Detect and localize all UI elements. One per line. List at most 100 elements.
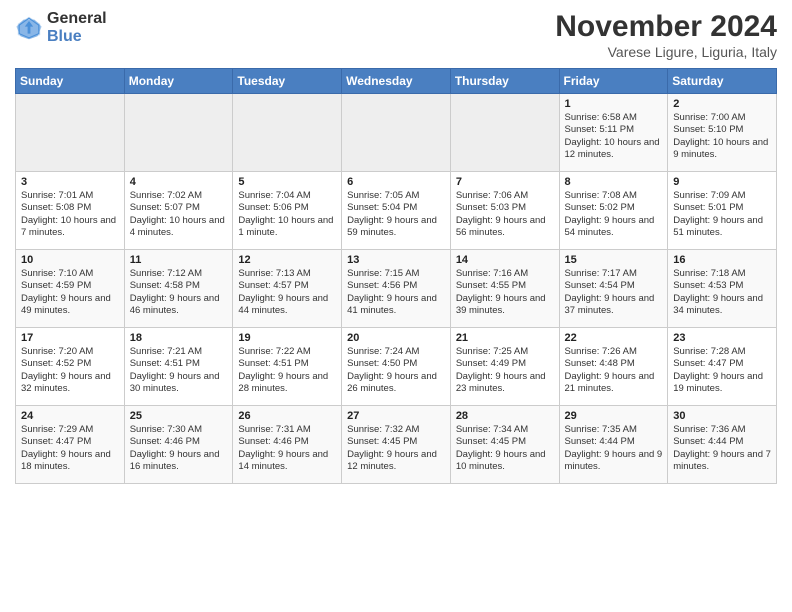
calendar-cell: 21Sunrise: 7:25 AMSunset: 4:49 PMDayligh… <box>450 328 559 406</box>
day-info: Sunset: 4:53 PM <box>673 280 771 292</box>
day-header-tuesday: Tuesday <box>233 69 342 94</box>
calendar-cell <box>233 94 342 172</box>
day-number: 26 <box>238 410 336 422</box>
page-container: General Blue November 2024 Varese Ligure… <box>0 0 792 494</box>
day-number: 19 <box>238 332 336 344</box>
day-info: Sunrise: 7:34 AM <box>456 424 554 436</box>
day-number: 29 <box>565 410 663 422</box>
day-number: 23 <box>673 332 771 344</box>
day-info: Sunrise: 7:02 AM <box>130 190 228 202</box>
day-info: Sunrise: 7:12 AM <box>130 268 228 280</box>
calendar-week-row: 17Sunrise: 7:20 AMSunset: 4:52 PMDayligh… <box>16 328 777 406</box>
logo-icon <box>15 14 43 42</box>
calendar-cell: 10Sunrise: 7:10 AMSunset: 4:59 PMDayligh… <box>16 250 125 328</box>
calendar-cell: 9Sunrise: 7:09 AMSunset: 5:01 PMDaylight… <box>668 172 777 250</box>
day-number: 11 <box>130 254 228 266</box>
day-info: Sunset: 5:02 PM <box>565 202 663 214</box>
day-info: Sunrise: 7:24 AM <box>347 346 445 358</box>
day-info: Sunset: 4:59 PM <box>21 280 119 292</box>
calendar-cell: 13Sunrise: 7:15 AMSunset: 4:56 PMDayligh… <box>342 250 451 328</box>
day-header-thursday: Thursday <box>450 69 559 94</box>
day-info: Sunset: 4:50 PM <box>347 358 445 370</box>
day-info: Sunset: 4:47 PM <box>21 436 119 448</box>
calendar-cell: 22Sunrise: 7:26 AMSunset: 4:48 PMDayligh… <box>559 328 668 406</box>
day-number: 7 <box>456 176 554 188</box>
calendar-cell: 30Sunrise: 7:36 AMSunset: 4:44 PMDayligh… <box>668 406 777 484</box>
calendar-cell: 24Sunrise: 7:29 AMSunset: 4:47 PMDayligh… <box>16 406 125 484</box>
day-info: Daylight: 9 hours and 34 minutes. <box>673 293 771 318</box>
calendar-cell: 8Sunrise: 7:08 AMSunset: 5:02 PMDaylight… <box>559 172 668 250</box>
day-info: Sunrise: 7:04 AM <box>238 190 336 202</box>
day-info: Daylight: 9 hours and 16 minutes. <box>130 449 228 474</box>
day-number: 22 <box>565 332 663 344</box>
day-info: Sunset: 4:51 PM <box>238 358 336 370</box>
calendar-cell: 1Sunrise: 6:58 AMSunset: 5:11 PMDaylight… <box>559 94 668 172</box>
calendar-cell: 4Sunrise: 7:02 AMSunset: 5:07 PMDaylight… <box>124 172 233 250</box>
day-number: 27 <box>347 410 445 422</box>
day-info: Daylight: 9 hours and 10 minutes. <box>456 449 554 474</box>
day-info: Sunset: 5:06 PM <box>238 202 336 214</box>
day-info: Sunrise: 7:31 AM <box>238 424 336 436</box>
calendar-cell: 11 Sunrise: 7:12 AMSunset: 4:58 PMDayligh… <box>124 250 233 328</box>
calendar-header-row: SundayMondayTuesdayWednesdayThursdayFrid… <box>16 69 777 94</box>
day-number: 13 <box>347 254 445 266</box>
title-block: November 2024 Varese Ligure, Liguria, It… <box>555 10 777 60</box>
day-number: 20 <box>347 332 445 344</box>
calendar-table: SundayMondayTuesdayWednesdayThursdayFrid… <box>15 68 777 484</box>
day-info: Sunset: 4:58 PM <box>130 280 228 292</box>
day-info: Sunset: 5:10 PM <box>673 124 771 136</box>
day-info: Sunrise: 7:36 AM <box>673 424 771 436</box>
day-header-saturday: Saturday <box>668 69 777 94</box>
day-info: Sunrise: 7:16 AM <box>456 268 554 280</box>
day-info: Daylight: 9 hours and 49 minutes. <box>21 293 119 318</box>
month-title: November 2024 <box>555 10 777 44</box>
calendar-cell: 2Sunrise: 7:00 AMSunset: 5:10 PMDaylight… <box>668 94 777 172</box>
day-info: Sunrise: 7:35 AM <box>565 424 663 436</box>
day-header-monday: Monday <box>124 69 233 94</box>
day-info: Sunrise: 7:17 AM <box>565 268 663 280</box>
calendar-cell: 29Sunrise: 7:35 AMSunset: 4:44 PMDayligh… <box>559 406 668 484</box>
calendar-cell: 15Sunrise: 7:17 AMSunset: 4:54 PMDayligh… <box>559 250 668 328</box>
day-info: Sunset: 4:51 PM <box>130 358 228 370</box>
calendar-cell: 6Sunrise: 7:05 AMSunset: 5:04 PMDaylight… <box>342 172 451 250</box>
day-number: 4 <box>130 176 228 188</box>
day-number: 24 <box>21 410 119 422</box>
day-info: Sunrise: 7:10 AM <box>21 268 119 280</box>
day-info: Sunrise: 7:01 AM <box>21 190 119 202</box>
day-header-sunday: Sunday <box>16 69 125 94</box>
calendar-cell: 12Sunrise: 7:13 AMSunset: 4:57 PMDayligh… <box>233 250 342 328</box>
day-info: Sunrise: 7:13 AM <box>238 268 336 280</box>
day-number: 25 <box>130 410 228 422</box>
day-info: Daylight: 9 hours and 46 minutes. <box>130 293 228 318</box>
day-info: Daylight: 9 hours and 28 minutes. <box>238 371 336 396</box>
day-info: Sunrise: 7:30 AM <box>130 424 228 436</box>
calendar-cell: 27Sunrise: 7:32 AMSunset: 4:45 PMDayligh… <box>342 406 451 484</box>
logo: General Blue <box>15 10 107 45</box>
day-info: Sunrise: 7:09 AM <box>673 190 771 202</box>
day-info: Daylight: 10 hours and 7 minutes. <box>21 215 119 240</box>
day-info: Daylight: 9 hours and 51 minutes. <box>673 215 771 240</box>
day-info: Daylight: 10 hours and 1 minute. <box>238 215 336 240</box>
day-info: Daylight: 9 hours and 39 minutes. <box>456 293 554 318</box>
day-info: Daylight: 9 hours and 23 minutes. <box>456 371 554 396</box>
calendar-week-row: 10Sunrise: 7:10 AMSunset: 4:59 PMDayligh… <box>16 250 777 328</box>
day-info: Sunset: 4:54 PM <box>565 280 663 292</box>
day-info: Sunset: 4:44 PM <box>565 436 663 448</box>
day-info: Daylight: 10 hours and 12 minutes. <box>565 137 663 162</box>
day-info: Sunset: 4:45 PM <box>347 436 445 448</box>
day-header-friday: Friday <box>559 69 668 94</box>
day-number: 18 <box>130 332 228 344</box>
day-info: Sunrise: 6:58 AM <box>565 112 663 124</box>
calendar-cell: 17Sunrise: 7:20 AMSunset: 4:52 PMDayligh… <box>16 328 125 406</box>
day-number: 15 <box>565 254 663 266</box>
calendar-cell: 19Sunrise: 7:22 AMSunset: 4:51 PMDayligh… <box>233 328 342 406</box>
day-info: Sunrise: 7:08 AM <box>565 190 663 202</box>
day-info: Daylight: 9 hours and 14 minutes. <box>238 449 336 474</box>
day-info: Daylight: 10 hours and 9 minutes. <box>673 137 771 162</box>
day-info: Daylight: 9 hours and 32 minutes. <box>21 371 119 396</box>
day-info: Sunrise: 7:28 AM <box>673 346 771 358</box>
day-info: Sunrise: 7:20 AM <box>21 346 119 358</box>
day-number: 30 <box>673 410 771 422</box>
day-number: 17 <box>21 332 119 344</box>
day-info: Sunrise: 7:32 AM <box>347 424 445 436</box>
